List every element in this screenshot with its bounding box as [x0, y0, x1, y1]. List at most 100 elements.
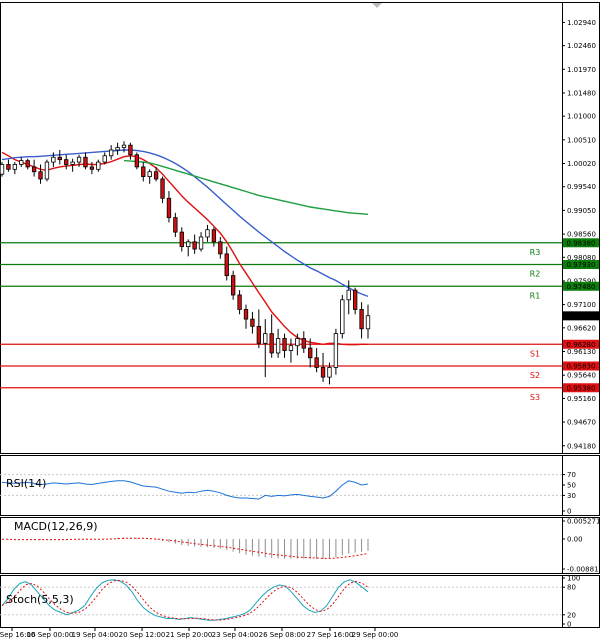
price-tick-label: 1.01480 — [567, 89, 596, 97]
candle-body — [192, 241, 197, 250]
candle-body — [121, 144, 127, 148]
candle-body — [218, 241, 223, 255]
date-tick-label: 26 Sep 08:00 — [259, 631, 306, 639]
candle-body — [51, 156, 56, 163]
candle-body — [70, 161, 75, 165]
level-name-r2: R2 — [530, 270, 541, 279]
candle-body — [102, 155, 107, 163]
level-name-s1: S1 — [530, 349, 540, 358]
candle-body — [89, 166, 95, 170]
rsi-panel-frame — [0, 455, 600, 516]
candle-body — [224, 253, 229, 277]
rsi-tick-label: 70 — [567, 471, 576, 479]
price-tick-label: 1.00510 — [567, 136, 596, 144]
stoch-tick-label: 0 — [567, 621, 571, 629]
date-tick-label: 29 Sep 00:00 — [352, 631, 399, 639]
candle-body — [0, 164, 5, 175]
candle-body — [160, 178, 165, 199]
candle-body — [108, 149, 114, 157]
price-tick-label: 0.94670 — [567, 419, 596, 427]
candle-body — [295, 338, 300, 347]
date-tick-label: 19 Sep 04:00 — [72, 631, 119, 639]
candle-body — [320, 367, 326, 378]
candle-body — [282, 338, 287, 351]
candle-body — [340, 299, 345, 335]
level-name-s2: S2 — [530, 371, 540, 380]
stoch-tick-label: 80 — [567, 584, 576, 592]
candle-body — [173, 217, 178, 233]
candle-body — [115, 147, 120, 151]
price-tick-label: 0.95640 — [567, 372, 596, 380]
candle-body — [288, 345, 294, 351]
candle-body — [346, 289, 351, 301]
date-tick-label: 16 Sep 00:00 — [27, 631, 74, 639]
candle-body — [25, 160, 30, 168]
candle — [134, 152, 140, 170]
candle-body — [308, 347, 313, 359]
candle-body — [359, 309, 364, 330]
macd-tick-label: 0.00 — [567, 535, 583, 543]
price-tick-label: 1.01000 — [567, 113, 596, 121]
price-tick-label: 1.01970 — [567, 66, 596, 74]
candle-body — [365, 315, 371, 330]
price-panel: 1.02940 1.02460 1.01970 1.01480 1.01000 1.005… — [0, 2, 600, 454]
candle-body — [64, 159, 69, 165]
rsi-tick-label: 0 — [567, 508, 571, 516]
date-tick-label: 27 Sep 16:00 — [307, 631, 354, 639]
candle-body — [76, 156, 82, 163]
candle-body — [301, 338, 306, 349]
candle-body — [141, 166, 146, 177]
candle-body — [44, 161, 50, 180]
price-tick-label: 0.99540 — [567, 183, 596, 191]
level-price-tag: 0.96280 — [567, 341, 596, 349]
date-tick-label: 20 Sep 12:00 — [119, 631, 166, 639]
candle-body — [230, 275, 236, 296]
price-tick-label: 0.95160 — [567, 395, 596, 403]
rsi-panel: 70 50 30 0 RSI(14) — [0, 455, 600, 516]
rsi-title: RSI(14) — [6, 477, 46, 490]
candle-body — [275, 338, 281, 354]
rsi-tick-label: 50 — [567, 482, 576, 490]
candle-body — [12, 164, 18, 170]
candle-body — [186, 241, 191, 248]
level-price-tag: 0.95380 — [567, 384, 596, 392]
level-price-tag: 0.97480 — [567, 283, 596, 291]
candle — [340, 294, 345, 339]
candle-body — [211, 229, 217, 243]
macd-tick-label: -0.008817 — [567, 566, 600, 574]
candle-body — [205, 229, 210, 238]
date-axis: 15 Sep 16:0016 Sep 00:0019 Sep 04:0020 S… — [0, 627, 398, 639]
candle-body — [153, 171, 159, 180]
stoch-tick-label: 20 — [567, 611, 576, 619]
current-price-tag: 0.96868 — [567, 312, 596, 320]
candle-body — [166, 197, 172, 219]
price-tick-label: 0.98560 — [567, 231, 596, 239]
candle-body — [31, 166, 37, 173]
price-tick-label: 0.97100 — [567, 301, 596, 309]
price-tick-label: 1.02940 — [567, 19, 596, 27]
candle-body — [147, 171, 152, 177]
candle-body — [19, 160, 24, 165]
candle-body — [198, 236, 204, 250]
candle — [333, 328, 339, 375]
candle-body — [6, 164, 11, 170]
candle — [44, 159, 50, 182]
candle-body — [269, 333, 274, 354]
candle-body — [333, 333, 339, 368]
level-name-r3: R3 — [530, 248, 541, 257]
candle-body — [243, 309, 249, 320]
level-price-tag: 0.95830 — [567, 363, 596, 371]
level-name-r1: R1 — [530, 291, 541, 300]
price-tick-label: 0.94180 — [567, 442, 596, 450]
macd-tick-label: 0.005271 — [567, 518, 600, 526]
candle-body — [57, 156, 62, 161]
candle-body — [128, 144, 133, 156]
candle-body — [250, 318, 255, 327]
price-tick-label: 1.02460 — [567, 42, 596, 50]
candle-body — [314, 357, 319, 368]
candle-body — [134, 154, 140, 168]
macd-title: MACD(12,26,9) — [14, 520, 98, 533]
candle-body — [96, 161, 101, 170]
price-tick-label: 0.96130 — [567, 348, 596, 356]
price-panel-frame — [0, 2, 600, 454]
